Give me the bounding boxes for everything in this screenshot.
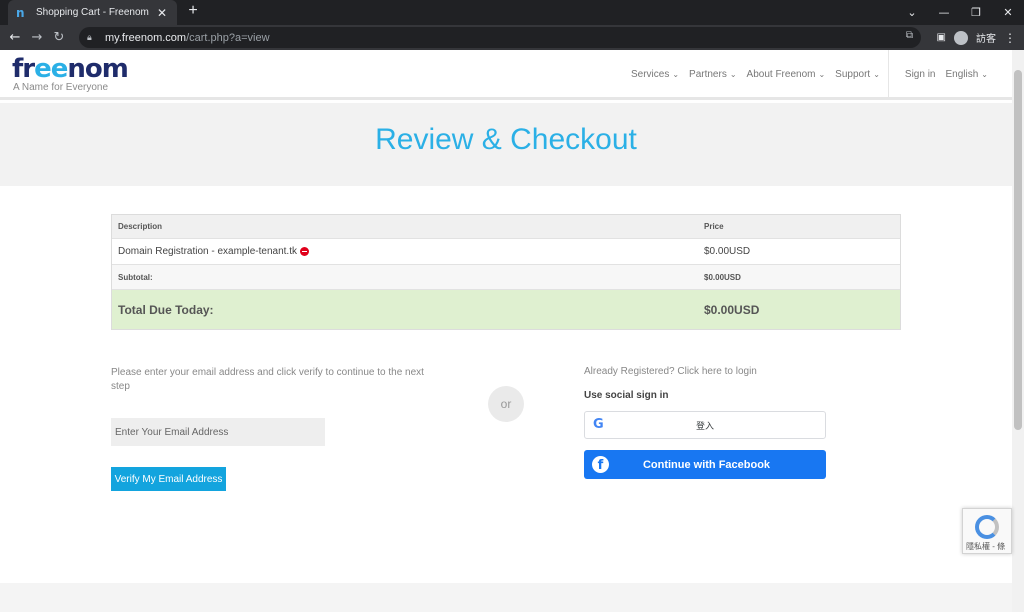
subtotal-label: Subtotal: [118,272,153,282]
nav-services[interactable]: Services ⌄ [631,69,679,100]
total-label: Total Due Today: [118,302,214,317]
scrollbar[interactable] [1012,50,1024,612]
url-host: my.freenom.com [105,31,187,44]
nav-support-label: Support [835,69,871,80]
address-bar[interactable]: 🔒︎ my.freenom.com/cart.php?a=view ⧉ [79,27,921,48]
browser-toolbar: ← → ↻ 🔒︎ my.freenom.com/cart.php?a=view … [0,25,1024,50]
google-button-label: 登入 [695,420,714,431]
verify-instructions: Please enter your email address and clic… [111,367,424,392]
facebook-button-label: Continue with Facebook [642,458,771,471]
nav-support[interactable]: Support ⌄ [835,69,880,100]
page-title: Review & Checkout [375,123,637,156]
page: freenom A Name for Everyone Services ⌄ Pa… [0,50,1012,612]
browser-tab[interactable]: n Shopping Cart - Freenom ✕ [8,0,177,25]
side-panel-icon[interactable]: ▣ [937,32,946,43]
chevron-down-icon: ⌄ [981,70,988,79]
back-icon[interactable]: ← [4,30,26,45]
translate-icon[interactable]: ⧉ [906,30,913,41]
profile-label[interactable]: 訪客 [976,30,996,45]
nav-partners[interactable]: Partners ⌄ [689,69,737,100]
nav-about[interactable]: About Freenom ⌄ [747,69,826,100]
footer [0,583,1012,612]
subtotal-value: $0.00USD [704,272,741,282]
site-header: freenom A Name for Everyone Services ⌄ Pa… [0,50,1012,100]
logo-ee: ee [34,54,68,84]
language-label: English [945,69,979,80]
scrollbar-thumb[interactable] [1014,70,1022,430]
chevron-down-icon: ⌄ [729,70,737,79]
nav-about-label: About Freenom [746,69,816,80]
verify-email-section: Please enter your email address and clic… [111,366,441,491]
description-header: Description [118,222,163,231]
login-section: Already Registered? Click here to login … [584,366,827,479]
cart-item-description: Domain Registration - example-tenant.tk [112,246,704,257]
language-selector[interactable]: English ⌄ [945,69,988,100]
toolbar-right: ▣ 訪客 ⋮ [937,25,1016,50]
cart-item-price: $0.00USD [704,246,751,257]
chevron-down-icon: ⌄ [873,70,880,79]
google-icon: G [593,417,604,432]
url-text: my.freenom.com/cart.php?a=view [105,32,270,44]
browser-menu-icon[interactable]: ⋮ [1004,31,1016,45]
lock-icon[interactable]: 🔒︎ [87,33,99,43]
recaptcha-badge[interactable]: 隱私權 - 條 [962,508,1012,554]
nav-partners-label: Partners [689,69,727,80]
tagline: A Name for Everyone [13,82,109,93]
top-navigation: Services ⌄ Partners ⌄ About Freenom ⌄ Suppo… [621,50,988,100]
forward-icon[interactable]: → [26,30,48,45]
social-signin-label: Use social sign in [584,390,669,401]
tab-search-icon[interactable]: ⌄ [896,6,928,19]
total-row: Total Due Today: $0.00USD [112,290,900,329]
verify-email-button[interactable]: Verify My Email Address [111,467,226,491]
chevron-down-icon: ⌄ [818,70,826,79]
minimize-icon[interactable]: — [928,6,960,19]
restore-icon[interactable]: ❐ [960,6,992,19]
freenom-logo[interactable]: freenom [12,54,129,84]
email-field[interactable] [111,418,325,446]
cart-table: Description Price Domain Registration - … [111,214,901,330]
remove-icon[interactable] [299,246,309,256]
nav-sign-in[interactable]: Sign in [905,69,936,100]
close-window-icon[interactable]: ✕ [992,6,1024,19]
logo-suffix: nom [67,54,128,84]
facebook-signin-button[interactable]: f Continue with Facebook [584,450,826,479]
recaptcha-icon [975,515,999,539]
hero-banner: Review & Checkout [0,103,1012,186]
chevron-down-icon: ⌄ [672,70,680,79]
logo-prefix: fr [12,54,35,84]
nav-services-label: Services [630,69,670,80]
price-header: Price [704,222,724,231]
profile-icon[interactable] [954,30,968,45]
total-value: $0.00USD [704,302,760,317]
nav-divider [887,50,889,100]
facebook-icon: f [592,456,609,473]
or-divider: or [488,386,524,422]
item-description-text: Domain Registration - example-tenant.tk [118,246,297,257]
window-controls: ⌄ — ❐ ✕ [896,0,1024,25]
recaptcha-text: 隱私權 - 條 [966,542,1006,551]
reload-icon[interactable]: ↻ [48,30,70,45]
close-tab-icon[interactable]: ✕ [155,6,169,20]
google-signin-button[interactable]: G 登入 [584,411,826,439]
new-tab-icon[interactable]: + [184,2,202,20]
table-row: Domain Registration - example-tenant.tk … [112,239,900,265]
cart-header-row: Description Price [112,215,900,239]
already-registered-link[interactable]: Already Registered? Click here to login [584,366,827,377]
url-path: /cart.php?a=view [186,31,270,44]
subtotal-row: Subtotal: $0.00USD [112,265,900,290]
freenom-favicon-icon: n [16,5,25,20]
tab-title: Shopping Cart - Freenom [36,7,149,18]
browser-tab-bar: n Shopping Cart - Freenom ✕ + ⌄ — ❐ ✕ [0,0,1024,25]
